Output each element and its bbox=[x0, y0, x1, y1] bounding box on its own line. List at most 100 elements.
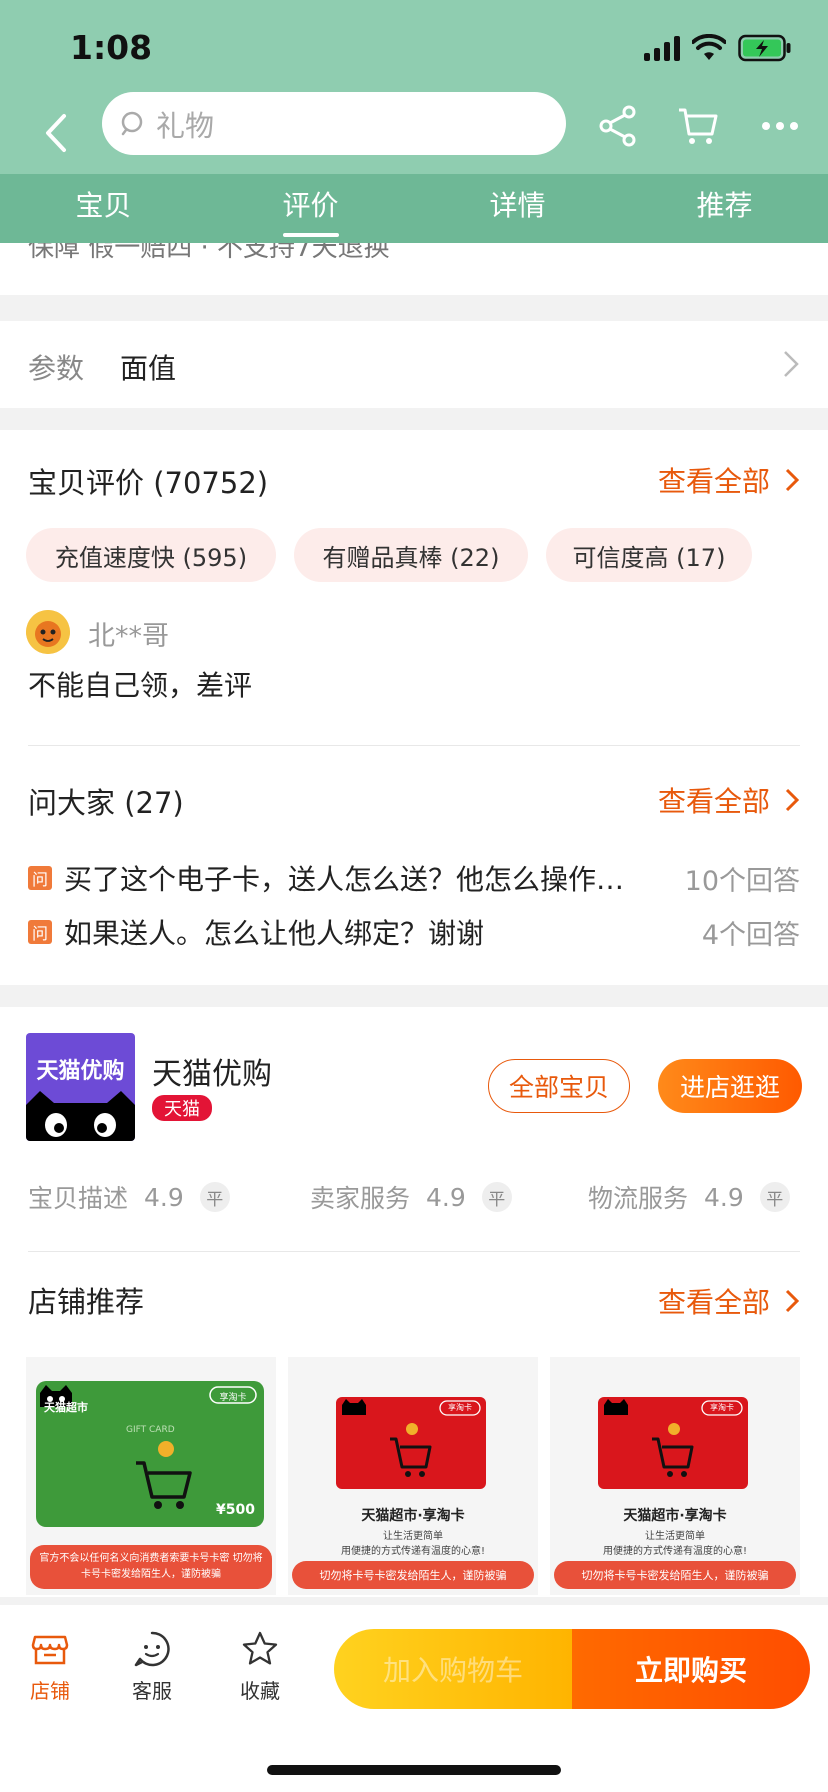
chevron-right-icon bbox=[784, 351, 799, 377]
card-value: ¥500 bbox=[216, 1502, 255, 1518]
card-tag: 享淘卡 bbox=[710, 1403, 734, 1412]
battery-icon bbox=[738, 34, 791, 62]
shop-name[interactable]: 天猫优购 bbox=[152, 1049, 272, 1093]
shop-recommend-see-all-label: 查看全部 bbox=[657, 1286, 770, 1319]
rating-label: 物流服务 bbox=[588, 1184, 689, 1213]
qa-question: 买了这个电子卡，送人怎么送？他怎么操作… bbox=[64, 863, 625, 896]
search-icon bbox=[121, 111, 143, 135]
review-tag-chip[interactable]: 充值速度快 (595) bbox=[26, 528, 276, 582]
more-icon[interactable] bbox=[758, 104, 802, 148]
rating-label: 卖家服务 bbox=[310, 1184, 411, 1213]
purchase-buttons: 加入购物车 立即购买 bbox=[334, 1629, 810, 1709]
product-card[interactable]: 天猫超市 享淘卡 GIFT CARD ¥500 官方不会以任何名义向消费者索要卡… bbox=[26, 1357, 276, 1595]
product-title: 天猫超市·享淘卡 bbox=[623, 1508, 727, 1524]
product-image bbox=[36, 1381, 264, 1527]
product-title: 天猫超市·享淘卡 bbox=[361, 1508, 465, 1524]
status-icons bbox=[644, 34, 792, 62]
chevron-right-icon bbox=[785, 788, 800, 812]
visit-shop-button[interactable]: 进店逛逛 bbox=[658, 1059, 802, 1113]
review-tag-chip[interactable]: 有赠品真棒 (22) bbox=[294, 528, 528, 582]
tab-reviews[interactable]: 评价 bbox=[207, 174, 414, 243]
card-tag: 享淘卡 bbox=[219, 1393, 247, 1403]
shop-logo-text: 天猫优购 bbox=[36, 1059, 125, 1084]
qa-answer-count: 10个回答 bbox=[684, 865, 800, 897]
customer-service-icon bbox=[134, 1631, 170, 1667]
rating-level: 平 bbox=[481, 1182, 512, 1212]
guarantee-row[interactable]: 保障 假一赔四 · 不支持7天退换 bbox=[0, 233, 828, 295]
params-value: 面值 bbox=[120, 352, 177, 385]
add-to-cart-button[interactable]: 加入购物车 bbox=[334, 1629, 572, 1709]
home-indicator bbox=[267, 1765, 561, 1775]
chevron-right-icon bbox=[785, 468, 800, 492]
wifi-icon bbox=[692, 34, 726, 60]
product-subtitle: 让生活更简单 bbox=[383, 1531, 443, 1542]
all-items-button[interactable]: 全部宝贝 bbox=[488, 1059, 630, 1113]
favorite-button[interactable]: 收藏 bbox=[220, 1629, 300, 1704]
product-subtitle: 用便捷的方式传递有温度的心意! bbox=[340, 1546, 485, 1557]
rating-score: 4.9 bbox=[144, 1182, 184, 1212]
product-warning-band: 切勿将卡号卡密发给陌生人，谨防被骗 bbox=[554, 1561, 796, 1589]
cart-icon[interactable] bbox=[676, 104, 720, 148]
bottom-action-bar: 店铺 客服 收藏 加入购物车 立即购买 bbox=[0, 1605, 828, 1792]
tmall-cat-icon bbox=[26, 1091, 135, 1141]
qa-answer-count: 4个回答 bbox=[701, 919, 800, 951]
product-warning-band: 切勿将卡号卡密发给陌生人，谨防被骗 bbox=[292, 1561, 534, 1589]
product-subtitle: 用便捷的方式传递有温度的心意! bbox=[602, 1546, 747, 1557]
shop-recommend-title: 店铺推荐 bbox=[28, 1285, 145, 1319]
tab-baobei[interactable]: 宝贝 bbox=[0, 174, 207, 243]
search-input[interactable]: 礼物 bbox=[102, 92, 566, 155]
store-icon bbox=[31, 1635, 69, 1665]
buy-now-button[interactable]: 立即购买 bbox=[572, 1629, 810, 1709]
nav-row: 礼物 bbox=[0, 92, 828, 174]
shop-section: 天猫优购 天猫优购 天猫 全部宝贝 进店逛逛 宝贝描述 4.9 平 卖家服务 4… bbox=[0, 1007, 828, 1597]
favorite-label: 收藏 bbox=[240, 1679, 280, 1703]
reviews-section: 宝贝评价 (70752) 查看全部 充值速度快 (595) 有赠品真棒 (22)… bbox=[0, 430, 828, 985]
cellular-signal-icon bbox=[644, 35, 680, 61]
reviews-see-all-label: 查看全部 bbox=[657, 465, 770, 498]
tab-recommend[interactable]: 推荐 bbox=[621, 174, 828, 243]
rating-service: 卖家服务 4.9 平 bbox=[310, 1179, 512, 1215]
qa-see-all-link[interactable]: 查看全部 bbox=[658, 780, 800, 820]
params-row[interactable]: 参数 面值 bbox=[0, 321, 828, 408]
status-bar: 1:08 bbox=[0, 0, 828, 92]
product-card[interactable]: 享淘卡 天猫超市·享淘卡 让生活更简单 用便捷的方式传递有温度的心意! 切勿将卡… bbox=[288, 1357, 538, 1595]
review-tag-chip[interactable]: 可信度高 (17) bbox=[546, 528, 752, 582]
card-tag: 享淘卡 bbox=[448, 1403, 472, 1412]
qa-item[interactable]: 问 买了这个电子卡，送人怎么送？他怎么操作… 10个回答 bbox=[28, 858, 800, 898]
card-caption: GIFT CARD bbox=[126, 1425, 175, 1435]
store-label: 店铺 bbox=[30, 1679, 70, 1703]
qa-question: 如果送人。怎么让他人绑定？谢谢 bbox=[64, 917, 485, 950]
rating-label: 宝贝描述 bbox=[28, 1184, 129, 1213]
question-badge: 问 bbox=[28, 920, 52, 944]
question-badge: 问 bbox=[28, 866, 52, 890]
reviews-see-all-link[interactable]: 查看全部 bbox=[658, 460, 800, 500]
status-time: 1:08 bbox=[70, 28, 153, 67]
qa-see-all-label: 查看全部 bbox=[657, 785, 770, 818]
header: 1:08 礼物 宝贝 评价 详情 推荐 bbox=[0, 0, 828, 243]
product-warning-band: 官方不会以任何名义向消费者索要卡号卡密 切勿将卡号卡密发给陌生人，谨防被骗 bbox=[30, 1545, 272, 1589]
shop-recommend-see-all-link[interactable]: 查看全部 bbox=[658, 1281, 800, 1321]
rating-level: 平 bbox=[199, 1182, 230, 1212]
customer-service-label: 客服 bbox=[132, 1679, 172, 1703]
tab-details[interactable]: 详情 bbox=[414, 174, 621, 243]
review-username: 北**哥 bbox=[88, 621, 169, 652]
avatar bbox=[26, 610, 70, 654]
rating-level: 平 bbox=[759, 1182, 790, 1212]
store-button[interactable]: 店铺 bbox=[10, 1629, 90, 1704]
qa-title: 问大家 (27) bbox=[28, 786, 184, 820]
reviews-title: 宝贝评价 (70752) bbox=[28, 466, 269, 500]
search-placeholder: 礼物 bbox=[156, 108, 215, 143]
customer-service-button[interactable]: 客服 bbox=[112, 1629, 192, 1704]
share-icon[interactable] bbox=[596, 104, 640, 148]
divider bbox=[28, 745, 800, 746]
divider bbox=[28, 1251, 800, 1252]
qa-item[interactable]: 问 如果送人。怎么让他人绑定？谢谢 4个回答 bbox=[28, 912, 800, 952]
shop-logo[interactable]: 天猫优购 bbox=[26, 1033, 135, 1141]
star-icon bbox=[242, 1631, 278, 1665]
back-icon[interactable] bbox=[36, 108, 76, 158]
card-brand: 天猫超市 bbox=[44, 1401, 88, 1414]
chevron-right-icon bbox=[785, 1289, 800, 1313]
rating-logistics: 物流服务 4.9 平 bbox=[588, 1179, 790, 1215]
rating-score: 4.9 bbox=[426, 1182, 466, 1212]
product-card[interactable]: 享淘卡 天猫超市·享淘卡 让生活更简单 用便捷的方式传递有温度的心意! 切勿将卡… bbox=[550, 1357, 800, 1595]
